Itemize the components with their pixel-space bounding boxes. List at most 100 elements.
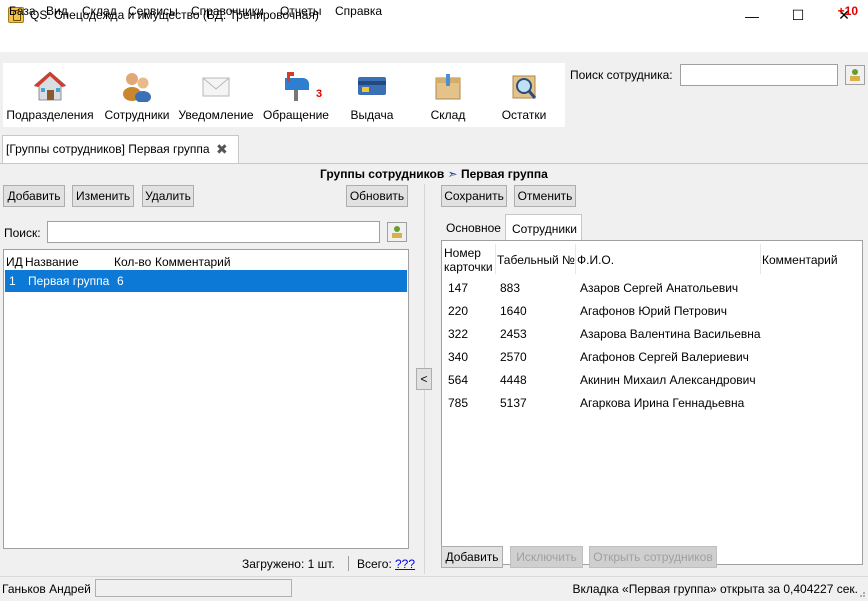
column-header-tab-number[interactable]: Табельный № [497, 253, 575, 267]
add-employee-button[interactable]: Добавить [441, 546, 503, 568]
cell-id: 1 [9, 274, 16, 288]
notification-counter[interactable]: +10 [838, 4, 858, 18]
tab-basic[interactable]: Основное [441, 218, 506, 240]
header-line: карточки [444, 260, 493, 274]
cell-fio: Агафонов Юрий Петрович [580, 304, 727, 318]
employee-search-button[interactable] [845, 65, 865, 85]
column-header-comment[interactable]: Комментарий [762, 253, 838, 267]
cell-tab: 1640 [500, 304, 527, 318]
breadcrumb: Группы сотрудников ➣ Первая группа [320, 167, 548, 181]
cell-card: 785 [448, 396, 469, 410]
magnifier-box-icon [507, 70, 541, 102]
cell-tab: 883 [500, 281, 521, 295]
breadcrumb-current: Первая группа [460, 167, 548, 181]
employee-search-label: Поиск сотрудника: [570, 68, 673, 82]
menu-bar [0, 31, 868, 52]
column-header-name[interactable]: Название [25, 255, 79, 269]
mailbox-icon [279, 70, 313, 102]
toolbar-button-podrazdeleniya[interactable]: Подразделения [6, 66, 94, 126]
cell-fio: Агафонов Сергей Валериевич [580, 350, 749, 364]
cell-name: Первая группа [28, 274, 110, 288]
cell-card: 340 [448, 350, 469, 364]
column-header-card-number[interactable]: Номер карточки [444, 246, 493, 274]
cell-card: 564 [448, 373, 469, 387]
cell-card: 220 [448, 304, 469, 318]
menu-servisy[interactable]: Сервисы [128, 4, 178, 18]
cell-card: 147 [448, 281, 469, 295]
menu-vid[interactable]: Вид [46, 4, 68, 18]
column-header-id[interactable]: ИД [6, 255, 23, 269]
add-group-button[interactable]: Добавить [3, 185, 65, 207]
toolbar-label: Подразделения [6, 108, 94, 122]
person-search-icon [392, 226, 402, 238]
house-icon [33, 70, 67, 102]
toolbar-label: Уведомление [178, 108, 254, 122]
cell-fio: Азарова Валентина Васильевна [580, 327, 761, 341]
search-label: Поиск: [4, 226, 41, 240]
cell-tab: 2570 [500, 350, 527, 364]
toolbar-button-vydacha[interactable]: Выдача [344, 66, 400, 126]
column-separator[interactable] [495, 244, 496, 274]
toolbar-label: Склад [430, 108, 466, 122]
delete-group-button[interactable]: Удалить [142, 185, 194, 207]
column-header-comment[interactable]: Комментарий [155, 255, 231, 269]
employee-search-input[interactable] [680, 64, 838, 86]
toolbar-button-ostatki[interactable]: Остатки [495, 66, 553, 126]
toolbar-button-uvedomlenie[interactable]: Уведомление [178, 66, 254, 126]
cell-card: 322 [448, 327, 469, 341]
column-separator[interactable] [760, 244, 761, 274]
breadcrumb-parent: Группы сотрудников [320, 167, 445, 181]
resize-grip-icon[interactable] [856, 587, 866, 597]
cell-tab: 2453 [500, 327, 527, 341]
cell-fio: Агаркова Ирина Геннадьевна [580, 396, 745, 410]
card-icon [355, 70, 389, 102]
document-tab-label: [Группы сотрудников] Первая группа [6, 142, 210, 156]
column-header-count[interactable]: Кол-во [114, 255, 151, 269]
refresh-button[interactable]: Обновить [346, 185, 408, 207]
save-button[interactable]: Сохранить [441, 185, 507, 207]
open-employees-button[interactable]: Открыть сотрудников [589, 546, 717, 568]
total-link[interactable]: ??? [395, 557, 415, 571]
menu-spravka[interactable]: Справка [335, 4, 382, 18]
toolbar-label: Остатки [501, 108, 547, 122]
tab-employees[interactable]: Сотрудники [505, 214, 582, 241]
toolbar-label: Сотрудники [104, 108, 170, 122]
cell-tab: 4448 [500, 373, 527, 387]
status-message: Вкладка «Первая группа» открыта за 0,404… [572, 582, 858, 596]
menu-baza[interactable]: База [9, 4, 36, 18]
box-icon [431, 70, 465, 102]
search-input[interactable] [47, 221, 380, 243]
exclude-button[interactable]: Исключить [510, 546, 583, 568]
toolbar-button-sklad[interactable]: Склад [420, 66, 476, 126]
obrashenie-badge: 3 [316, 88, 323, 100]
status-user: Ганьков Андрей [2, 582, 91, 596]
collapse-panel-button[interactable]: < [416, 368, 432, 390]
menu-spravochniki[interactable]: Справочники [191, 4, 264, 18]
cell-fio: Акинин Михаил Александрович [580, 373, 756, 387]
cell-fio: Азаров Сергей Анатольевич [580, 281, 739, 295]
loaded-count: Загружено: 1 шт. [242, 557, 335, 571]
column-header-fio[interactable]: Ф.И.О. [577, 253, 614, 267]
maximize-button[interactable]: ☐ [775, 0, 821, 31]
toolbar-label: Обращение [263, 108, 329, 122]
menu-otchety[interactable]: Отчеты [280, 4, 321, 18]
status-progress [95, 579, 292, 597]
total-label: Всего: [357, 557, 392, 571]
column-separator[interactable] [575, 244, 576, 274]
close-tab-icon[interactable]: ✖ [216, 141, 228, 158]
toolbar-button-sotrudniki[interactable]: Сотрудники [102, 66, 172, 126]
menu-sklad[interactable]: Склад [82, 4, 117, 18]
cancel-button[interactable]: Отменить [514, 185, 576, 207]
minimize-button[interactable]: — [729, 0, 775, 31]
toolbar-label: Выдача [350, 108, 394, 122]
edit-group-button[interactable]: Изменить [72, 185, 134, 207]
cell-count: 6 [117, 274, 124, 288]
people-icon [120, 70, 154, 103]
envelope-icon [199, 70, 233, 102]
header-line: Номер [444, 246, 481, 260]
person-search-icon [850, 69, 860, 81]
search-filter-button[interactable] [387, 222, 407, 242]
cell-tab: 5137 [500, 396, 527, 410]
tab-divider [0, 163, 868, 164]
groups-table[interactable] [3, 249, 409, 549]
